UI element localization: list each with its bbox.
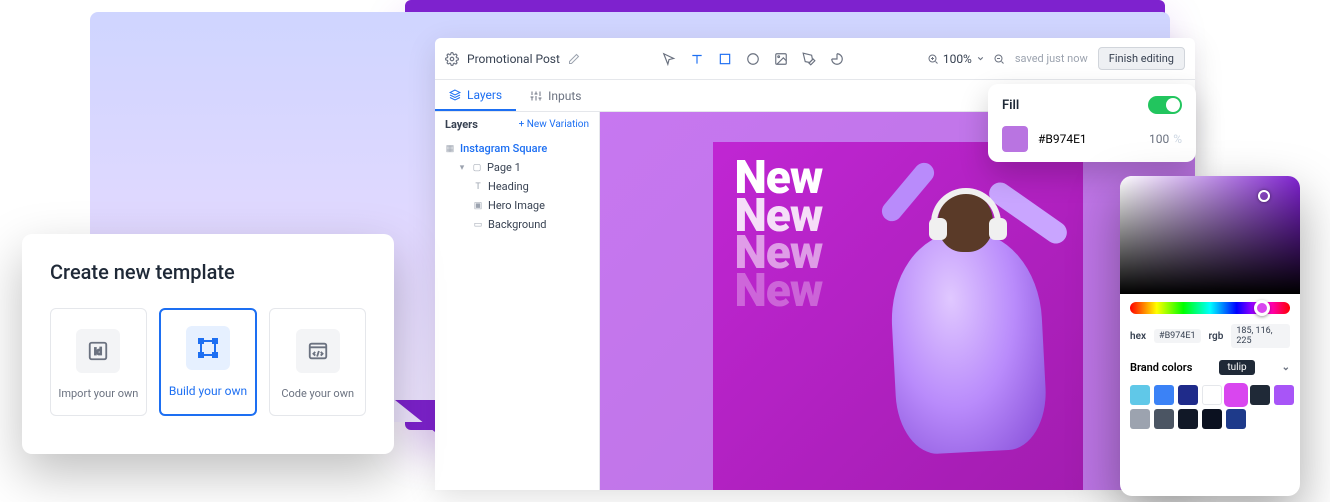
tool-strip [580, 51, 927, 67]
zoom-control[interactable]: 100% [927, 52, 1005, 66]
panel-title: Layers [445, 118, 478, 131]
layer-tree: ▦ Instagram Square ▾ ▢ Page 1 T Heading … [435, 137, 599, 236]
fill-hex-value[interactable]: #B974E1 [1038, 132, 1087, 146]
brand-swatch[interactable] [1202, 409, 1222, 429]
fill-opacity-unit: % [1173, 132, 1182, 146]
option-import[interactable]: Id Import your own [50, 308, 147, 416]
brand-swatch[interactable] [1178, 409, 1198, 429]
brand-swatch-grid [1120, 379, 1300, 435]
shape-tool-icon[interactable] [829, 51, 845, 67]
document-title[interactable]: Promotional Post [467, 52, 560, 66]
brand-name-badge[interactable]: tulip [1219, 360, 1254, 375]
option-label: Build your own [169, 384, 247, 398]
text-tool-icon[interactable] [689, 51, 705, 67]
canvas[interactable]: New New New New [600, 112, 1195, 490]
option-label: Code your own [281, 387, 354, 400]
layer-label: Page 1 [487, 161, 521, 174]
brand-swatch[interactable] [1130, 409, 1150, 429]
option-code[interactable]: Code your own [269, 308, 366, 416]
create-template-card: Create new template Id Import your own B… [22, 234, 394, 454]
hue-slider[interactable] [1130, 302, 1290, 314]
tab-inputs[interactable]: Inputs [516, 80, 595, 111]
page-icon: ▢ [472, 163, 482, 173]
layer-label: Hero Image [488, 199, 545, 212]
fill-swatch[interactable] [1002, 126, 1028, 152]
rectangle-tool-icon[interactable] [717, 51, 733, 67]
layer-root[interactable]: ▦ Instagram Square [435, 139, 599, 158]
layer-label: Instagram Square [460, 142, 547, 155]
indesign-icon: Id [76, 329, 120, 373]
brand-swatch[interactable] [1130, 385, 1150, 405]
color-field[interactable] [1120, 176, 1300, 294]
rgb-input[interactable]: 185, 116, 225 [1231, 324, 1290, 348]
hex-label: hex [1130, 331, 1146, 342]
save-status: saved just now [1015, 52, 1088, 65]
zoom-in-icon [927, 53, 939, 65]
brand-swatch[interactable] [1250, 385, 1270, 405]
layer-page[interactable]: ▾ ▢ Page 1 [435, 158, 599, 177]
fill-panel: Fill #B974E1 100 % [988, 84, 1196, 162]
tab-inputs-label: Inputs [548, 89, 581, 103]
fill-toggle[interactable] [1148, 96, 1182, 114]
layer-background[interactable]: ▭ Background [435, 215, 599, 234]
brand-swatch[interactable] [1226, 385, 1246, 405]
rect-icon: ▭ [473, 220, 483, 230]
artboard[interactable]: New New New New [713, 142, 1083, 490]
image-icon: ▣ [473, 201, 483, 211]
text-icon: T [473, 182, 483, 192]
layers-panel: Layers + New Variation ▦ Instagram Squar… [435, 112, 600, 490]
cursor-tool-icon[interactable] [661, 51, 677, 67]
brand-swatch[interactable] [1154, 409, 1174, 429]
tab-layers-label: Layers [467, 88, 502, 102]
bounding-box-icon [186, 326, 230, 370]
caret-down-icon: ▾ [457, 163, 467, 173]
hero-image-figure[interactable] [843, 152, 1083, 490]
svg-text:Id: Id [95, 348, 103, 358]
brand-swatch[interactable] [1154, 385, 1174, 405]
layer-hero-image[interactable]: ▣ Hero Image [435, 196, 599, 215]
zoom-out-icon [993, 53, 1005, 65]
new-variation-button[interactable]: + New Variation [519, 119, 589, 130]
image-tool-icon[interactable] [773, 51, 789, 67]
code-icon [296, 329, 340, 373]
heading-line: New [735, 273, 823, 311]
finish-editing-button[interactable]: Finish editing [1098, 47, 1185, 70]
hex-input[interactable]: #B974E1 [1154, 329, 1201, 343]
color-field-cursor[interactable] [1258, 190, 1270, 202]
option-build[interactable]: Build your own [159, 308, 258, 416]
layers-icon [449, 89, 461, 101]
chevron-down-icon [976, 54, 985, 63]
sliders-icon [530, 90, 542, 102]
brand-swatch[interactable] [1178, 385, 1198, 405]
color-picker: hex #B974E1 rgb 185, 116, 225 Brand colo… [1120, 176, 1300, 496]
hue-slider-thumb[interactable] [1254, 300, 1270, 316]
brand-colors-label: Brand colors [1130, 361, 1192, 374]
brand-swatch[interactable] [1226, 409, 1246, 429]
zoom-value: 100% [943, 52, 972, 66]
layer-label: Background [488, 218, 546, 231]
create-template-title: Create new template [50, 260, 366, 284]
layer-label: Heading [488, 180, 529, 193]
gear-icon[interactable] [445, 52, 459, 66]
fill-title: Fill [1002, 98, 1019, 113]
brand-swatch[interactable] [1202, 385, 1222, 405]
pen-tool-icon[interactable] [801, 51, 817, 67]
ellipse-tool-icon[interactable] [745, 51, 761, 67]
editor-topbar: Promotional Post 100% saved just now Fin… [435, 38, 1195, 80]
pencil-icon[interactable] [568, 53, 580, 65]
chevron-down-icon[interactable]: ⌄ [1282, 362, 1290, 373]
brand-swatch[interactable] [1274, 385, 1294, 405]
artboard-heading[interactable]: New New New New [735, 160, 823, 311]
fill-opacity-value[interactable]: 100 [1149, 132, 1169, 146]
rgb-label: rgb [1209, 331, 1224, 342]
frame-icon: ▦ [445, 144, 455, 154]
tab-layers[interactable]: Layers [435, 80, 516, 111]
option-label: Import your own [58, 387, 138, 400]
layer-heading[interactable]: T Heading [435, 177, 599, 196]
